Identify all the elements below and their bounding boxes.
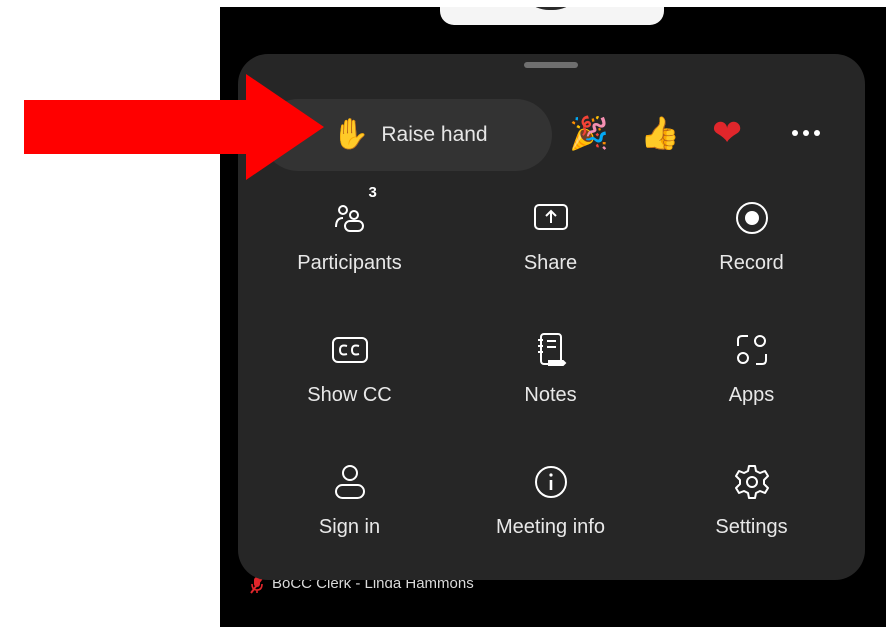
meeting-info-button[interactable]: Meeting info — [450, 448, 651, 580]
participant-count-badge: 3 — [368, 184, 377, 201]
thumbs-up-reaction[interactable]: 👍 — [640, 113, 680, 153]
meeting-info-label: Meeting info — [496, 516, 605, 538]
actions-grid: 3 Participants Share Record Show CC Note… — [249, 184, 852, 580]
ellipsis-dot — [814, 130, 820, 136]
share-button[interactable]: Share — [450, 184, 651, 316]
show-cc-label: Show CC — [307, 384, 392, 406]
share-label: Share — [523, 252, 578, 274]
participants-icon: 3 — [330, 184, 377, 238]
reactions-bar: ✋ Raise hand 🎉 👍 ❤ — [238, 99, 865, 171]
party-popper-reaction[interactable]: 🎉 — [569, 113, 609, 153]
video-thumbnail[interactable] — [440, 7, 664, 25]
participants-label: Participants — [297, 252, 402, 274]
more-actions-sheet: ✋ Raise hand 🎉 👍 ❤ 3 Participants Share … — [238, 54, 865, 580]
apps-icon — [732, 330, 772, 370]
raise-hand-label: Raise hand — [381, 123, 488, 146]
raised-hand-icon: ✋ — [332, 118, 370, 151]
notes-button[interactable]: Notes — [450, 316, 651, 448]
red-arrow-annotation — [24, 74, 324, 180]
sheet-grabber[interactable] — [524, 62, 578, 68]
info-icon — [531, 462, 571, 502]
person-icon — [330, 462, 370, 502]
ellipsis-icon — [792, 130, 798, 136]
record-button[interactable]: Record — [651, 184, 852, 316]
more-reactions-button[interactable] — [786, 113, 826, 153]
closed-caption-icon — [330, 330, 370, 370]
show-cc-button[interactable]: Show CC — [249, 316, 450, 448]
gear-icon — [732, 462, 772, 502]
share-icon — [531, 198, 571, 238]
sign-in-button[interactable]: Sign in — [249, 448, 450, 580]
apps-label: Apps — [728, 384, 775, 406]
notes-icon — [531, 330, 571, 370]
ellipsis-dot — [803, 130, 809, 136]
heart-reaction[interactable]: ❤ — [712, 113, 742, 153]
notes-label: Notes — [524, 384, 577, 406]
participants-button[interactable]: 3 Participants — [249, 184, 450, 316]
record-icon — [732, 198, 772, 238]
apps-button[interactable]: Apps — [651, 316, 852, 448]
record-label: Record — [719, 252, 784, 274]
settings-button[interactable]: Settings — [651, 448, 852, 580]
settings-label: Settings — [715, 516, 788, 538]
sign-in-label: Sign in — [318, 516, 381, 538]
